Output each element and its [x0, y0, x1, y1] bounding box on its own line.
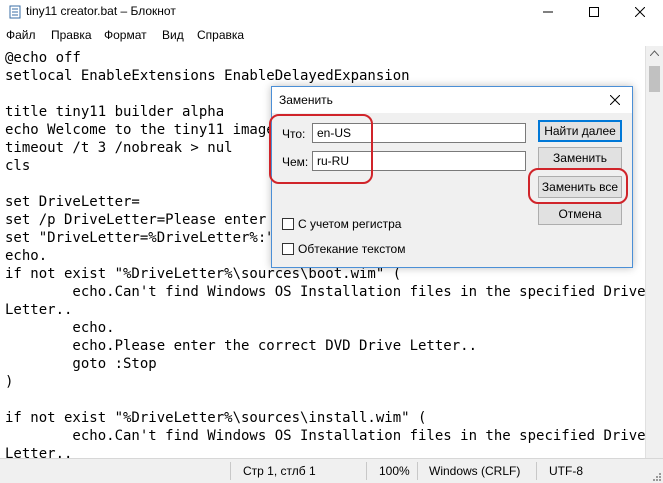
scrollbar-thumb[interactable]	[649, 66, 660, 92]
replace-button[interactable]: Заменить	[538, 147, 622, 169]
dialog-close-button[interactable]	[602, 89, 628, 111]
wrap-around-label: Обтекание текстом	[298, 242, 406, 256]
status-separator	[366, 462, 367, 480]
annotation-highlight-fields	[269, 114, 373, 184]
menu-edit[interactable]: Правка	[51, 28, 92, 42]
vertical-scrollbar[interactable]	[645, 46, 663, 458]
menu-view[interactable]: Вид	[162, 28, 184, 42]
notepad-icon	[9, 5, 21, 19]
menu-format[interactable]: Формат	[104, 28, 147, 42]
wrap-around-option[interactable]: Обтекание текстом	[282, 242, 405, 256]
menu-bar: Файл Правка Формат Вид Справка	[0, 24, 663, 47]
dialog-title: Заменить	[279, 93, 333, 107]
dialog-titlebar: Заменить	[272, 87, 632, 113]
annotation-highlight-replace-all	[528, 168, 628, 204]
scroll-up-icon[interactable]	[650, 50, 659, 56]
match-case-option[interactable]: С учетом регистра	[282, 217, 401, 231]
resize-grip-icon[interactable]	[651, 471, 661, 481]
maximize-icon	[589, 7, 599, 17]
menu-help[interactable]: Справка	[197, 28, 244, 42]
close-icon	[610, 95, 620, 105]
window-titlebar: tiny11 creator.bat – Блокнот	[0, 0, 663, 25]
maximize-button[interactable]	[571, 0, 617, 24]
find-next-button[interactable]: Найти далее	[538, 120, 622, 142]
minimize-button[interactable]	[525, 0, 571, 24]
match-case-label: С учетом регистра	[298, 217, 402, 231]
menu-file[interactable]: Файл	[6, 28, 36, 42]
status-encoding: UTF-8	[549, 464, 583, 478]
status-separator	[230, 462, 231, 480]
status-bar: Стр 1, стлб 1 100% Windows (CRLF) UTF-8	[0, 458, 663, 483]
close-button[interactable]	[617, 0, 663, 24]
status-line-ending: Windows (CRLF)	[429, 464, 521, 478]
minimize-icon	[543, 11, 553, 13]
match-case-checkbox[interactable]	[282, 218, 294, 230]
window-title: tiny11 creator.bat – Блокнот	[26, 4, 176, 18]
cancel-button[interactable]: Отмена	[538, 203, 622, 225]
status-position: Стр 1, стлб 1	[243, 464, 316, 478]
close-icon	[635, 7, 645, 17]
status-separator	[536, 462, 537, 480]
status-zoom: 100%	[379, 464, 410, 478]
wrap-around-checkbox[interactable]	[282, 243, 294, 255]
status-separator	[417, 462, 418, 480]
